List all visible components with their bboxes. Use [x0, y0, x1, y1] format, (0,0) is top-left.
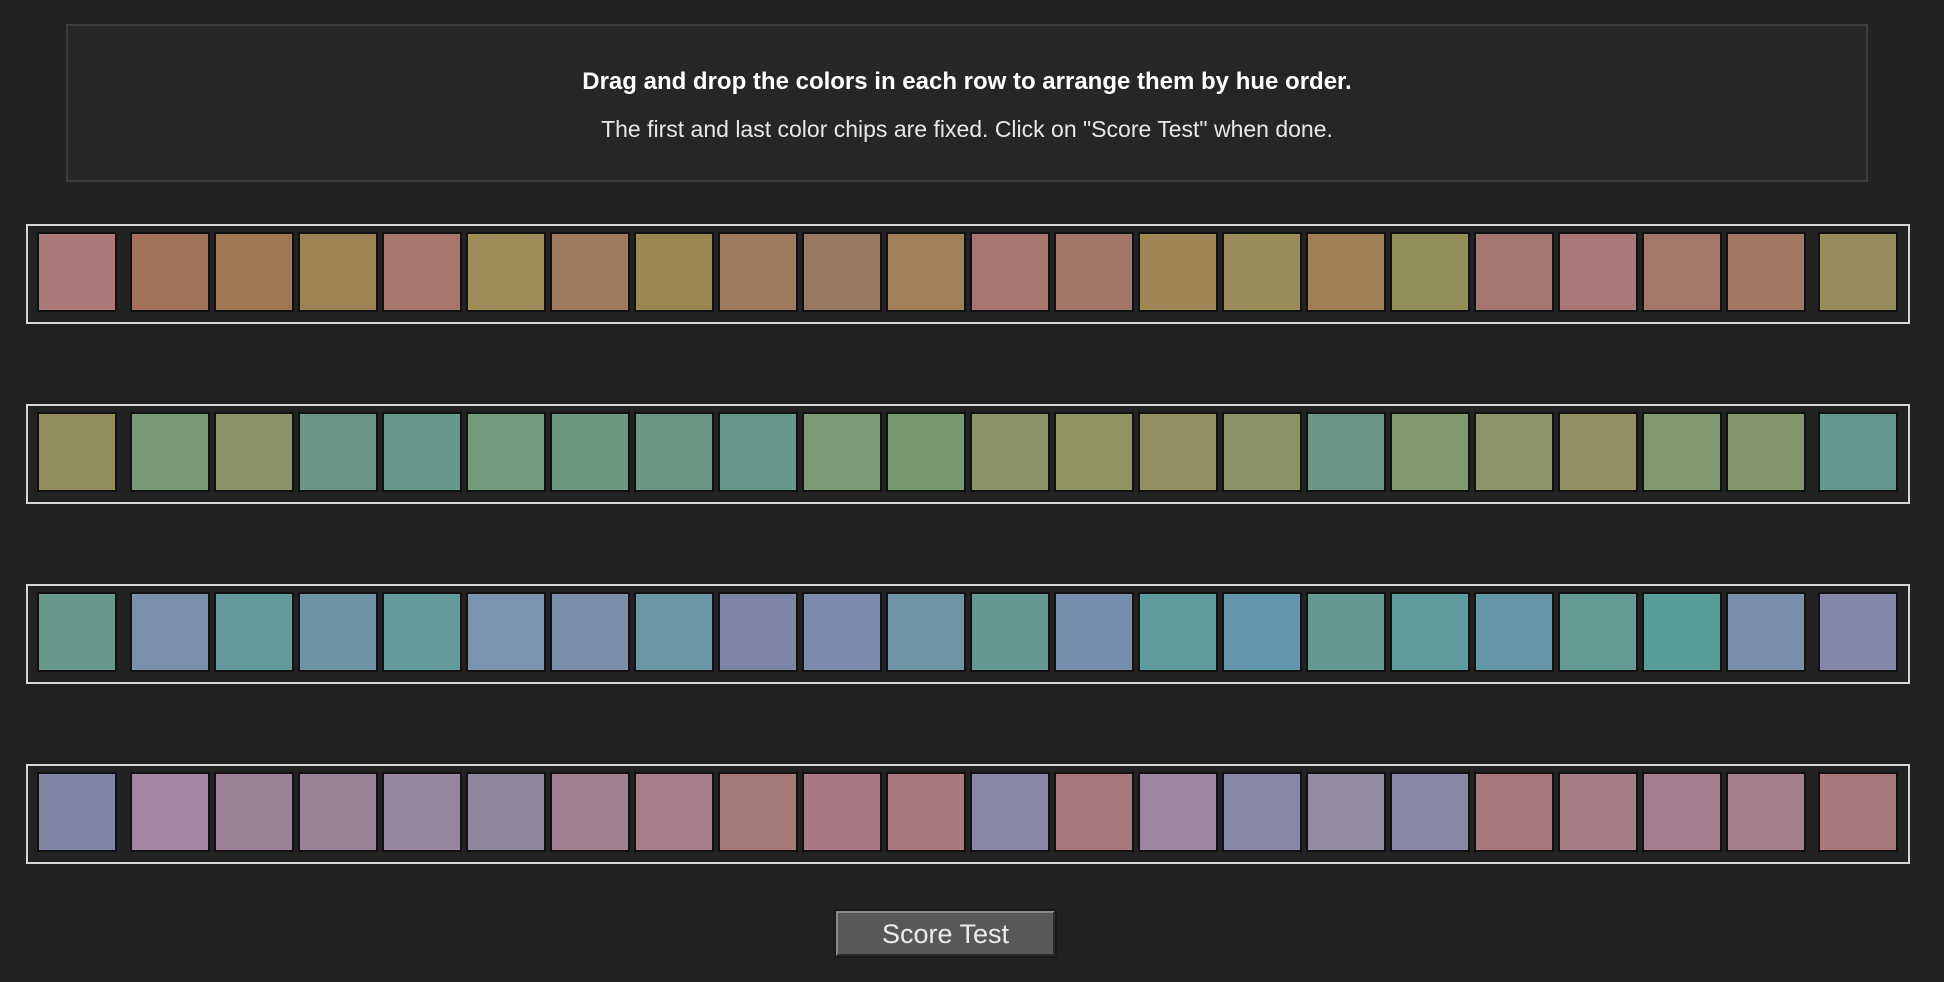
color-chip[interactable] — [130, 412, 210, 492]
color-chip[interactable] — [1138, 232, 1218, 312]
color-chip[interactable] — [214, 592, 294, 672]
color-chip[interactable] — [382, 412, 462, 492]
score-test-button[interactable]: Score Test — [834, 909, 1057, 958]
color-chip[interactable] — [466, 232, 546, 312]
color-chip[interactable] — [130, 592, 210, 672]
color-chip[interactable] — [634, 412, 714, 492]
color-chip[interactable] — [466, 592, 546, 672]
color-chip[interactable] — [1726, 232, 1806, 312]
color-chip[interactable] — [718, 772, 798, 852]
color-chip[interactable] — [1474, 232, 1554, 312]
color-chip[interactable] — [1390, 592, 1470, 672]
color-chip[interactable] — [802, 412, 882, 492]
instructions-title: Drag and drop the colors in each row to … — [582, 68, 1352, 95]
color-chip[interactable] — [1474, 772, 1554, 852]
fixed-first-chip — [37, 412, 117, 492]
color-chip[interactable] — [382, 232, 462, 312]
color-chip[interactable] — [1642, 592, 1722, 672]
color-chip[interactable] — [1642, 412, 1722, 492]
color-chip[interactable] — [1474, 412, 1554, 492]
color-chip[interactable] — [1222, 232, 1302, 312]
color-chip[interactable] — [130, 232, 210, 312]
color-chip[interactable] — [1390, 412, 1470, 492]
color-chip[interactable] — [214, 412, 294, 492]
fixed-first-chip — [37, 772, 117, 852]
color-chip[interactable] — [214, 232, 294, 312]
color-chip[interactable] — [1222, 592, 1302, 672]
color-chip[interactable] — [1054, 412, 1134, 492]
color-chip[interactable] — [970, 772, 1050, 852]
color-chip[interactable] — [1558, 412, 1638, 492]
color-chip[interactable] — [1726, 772, 1806, 852]
color-arrangement-test: Drag and drop the colors in each row to … — [0, 0, 1944, 982]
color-row-2 — [26, 404, 1910, 504]
color-chip[interactable] — [802, 232, 882, 312]
color-chip[interactable] — [718, 412, 798, 492]
color-chip[interactable] — [1306, 772, 1386, 852]
color-chip[interactable] — [382, 772, 462, 852]
color-chip[interactable] — [970, 592, 1050, 672]
color-chip[interactable] — [802, 592, 882, 672]
fixed-last-chip — [1818, 772, 1898, 852]
color-chip[interactable] — [970, 412, 1050, 492]
color-chip[interactable] — [550, 592, 630, 672]
color-chip[interactable] — [298, 772, 378, 852]
color-chip[interactable] — [1390, 232, 1470, 312]
color-chip[interactable] — [466, 412, 546, 492]
fixed-first-chip — [37, 232, 117, 312]
color-chip[interactable] — [1642, 232, 1722, 312]
color-chip[interactable] — [718, 592, 798, 672]
instructions-subtitle: The first and last color chips are fixed… — [601, 116, 1333, 142]
fixed-last-chip — [1818, 412, 1898, 492]
color-chip[interactable] — [1054, 592, 1134, 672]
color-chip[interactable] — [634, 772, 714, 852]
color-row-3 — [26, 584, 1910, 684]
color-chip[interactable] — [1306, 232, 1386, 312]
color-chip[interactable] — [1726, 412, 1806, 492]
color-chip[interactable] — [886, 772, 966, 852]
color-chip[interactable] — [550, 232, 630, 312]
color-row-1 — [26, 224, 1910, 324]
color-chip[interactable] — [1558, 772, 1638, 852]
color-chip[interactable] — [718, 232, 798, 312]
color-chip[interactable] — [1138, 412, 1218, 492]
color-chip[interactable] — [1306, 412, 1386, 492]
color-chip[interactable] — [298, 232, 378, 312]
color-row-4 — [26, 764, 1910, 864]
color-chip[interactable] — [1222, 772, 1302, 852]
color-chip[interactable] — [298, 592, 378, 672]
color-chip[interactable] — [1138, 772, 1218, 852]
color-chip[interactable] — [886, 412, 966, 492]
color-chip[interactable] — [970, 232, 1050, 312]
color-chip[interactable] — [634, 232, 714, 312]
color-chip[interactable] — [1054, 772, 1134, 852]
color-chip[interactable] — [1474, 592, 1554, 672]
color-chip[interactable] — [466, 772, 546, 852]
color-chip[interactable] — [382, 592, 462, 672]
color-chip[interactable] — [802, 772, 882, 852]
color-chip[interactable] — [886, 232, 966, 312]
color-chip[interactable] — [1390, 772, 1470, 852]
color-chip[interactable] — [214, 772, 294, 852]
color-chip[interactable] — [550, 412, 630, 492]
fixed-first-chip — [37, 592, 117, 672]
fixed-last-chip — [1818, 232, 1898, 312]
fixed-last-chip — [1818, 592, 1898, 672]
color-chip[interactable] — [550, 772, 630, 852]
color-chip[interactable] — [1558, 592, 1638, 672]
color-chip[interactable] — [1138, 592, 1218, 672]
color-chip[interactable] — [634, 592, 714, 672]
color-chip[interactable] — [1726, 592, 1806, 672]
color-chip[interactable] — [886, 592, 966, 672]
color-chip[interactable] — [130, 772, 210, 852]
color-chip[interactable] — [1558, 232, 1638, 312]
color-chip[interactable] — [1306, 592, 1386, 672]
color-chip[interactable] — [298, 412, 378, 492]
color-chip[interactable] — [1642, 772, 1722, 852]
instructions-panel: Drag and drop the colors in each row to … — [66, 24, 1868, 182]
color-chip[interactable] — [1222, 412, 1302, 492]
color-chip[interactable] — [1054, 232, 1134, 312]
